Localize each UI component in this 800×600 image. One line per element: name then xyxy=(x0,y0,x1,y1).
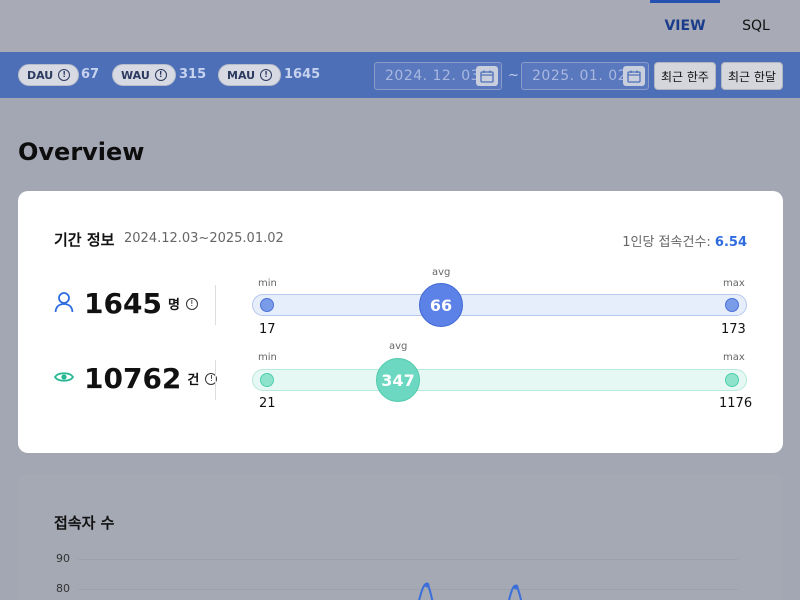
visits-min-label: min xyxy=(258,352,277,363)
visits-total: 10762 xyxy=(84,362,182,395)
mau-value: 1645 xyxy=(284,67,321,82)
users-min-value: 17 xyxy=(259,322,276,337)
users-max-dot xyxy=(725,298,739,312)
wau-badge[interactable]: WAU ! xyxy=(112,64,176,86)
users-max-value: 173 xyxy=(721,322,746,337)
tab-view[interactable]: VIEW xyxy=(650,0,720,52)
period-range: 2024.12.03~2025.01.02 xyxy=(124,231,284,246)
users-unit: 명 xyxy=(167,298,180,313)
visits-min-value: 21 xyxy=(259,396,276,411)
per-user-value: 6.54 xyxy=(714,235,747,250)
users-range-track xyxy=(252,294,747,316)
per-user-label: 1인당 접속건수: xyxy=(622,235,711,250)
wau-label: WAU xyxy=(121,68,150,82)
dau-badge[interactable]: DAU ! xyxy=(18,64,80,86)
start-date-input[interactable]: 2024. 12. 03. xyxy=(374,62,502,90)
calendar-icon[interactable] xyxy=(476,66,498,86)
divider xyxy=(215,285,216,325)
per-user-visits: 1인당 접속건수: 6.54 xyxy=(622,231,747,250)
users-total: 1645 xyxy=(84,287,162,320)
info-icon[interactable]: ! xyxy=(185,297,198,310)
divider xyxy=(215,360,216,400)
mau-label: MAU xyxy=(227,68,256,82)
dau-label: DAU xyxy=(27,68,54,82)
visits-max-dot xyxy=(725,373,739,387)
visits-min-dot xyxy=(260,373,274,387)
visits-range-track xyxy=(252,369,747,391)
top-bar: VIEW SQL xyxy=(0,0,800,52)
end-date-value: 2025. 01. 02. xyxy=(532,68,633,84)
visits-max-value: 1176 xyxy=(719,396,753,411)
visits-stat: 10762 건 ! xyxy=(53,362,218,395)
info-icon[interactable]: ! xyxy=(58,69,71,81)
users-stat: 1645 명 ! xyxy=(54,287,198,320)
grid-line xyxy=(78,559,738,560)
visits-unit: 건 xyxy=(187,373,200,388)
wau-value: 315 xyxy=(179,67,207,82)
date-separator: ~ xyxy=(508,68,519,83)
users-min-dot xyxy=(260,298,274,312)
visits-avg-marker: 347 xyxy=(376,358,420,402)
recent-week-button[interactable]: 최근 한주 xyxy=(654,62,716,90)
users-avg-label: avg xyxy=(432,267,451,278)
card-title: 접속자 수 xyxy=(54,514,115,532)
end-date-input[interactable]: 2025. 01. 02. xyxy=(521,62,649,90)
visits-max-label: max xyxy=(723,352,745,363)
y-tick-label: 90 xyxy=(56,552,70,565)
recent-month-button[interactable]: 최근 한달 xyxy=(721,62,783,90)
calendar-icon[interactable] xyxy=(623,66,645,86)
card-title: 기간 정보 xyxy=(54,231,115,249)
dau-value: 67 xyxy=(81,67,100,82)
period-info-card: 기간 정보 2024.12.03~2025.01.02 1인당 접속건수: 6.… xyxy=(18,191,783,453)
eye-icon xyxy=(53,369,75,388)
users-max-label: max xyxy=(723,278,745,289)
user-icon xyxy=(54,291,74,317)
info-icon[interactable]: ! xyxy=(260,69,273,81)
info-icon[interactable]: ! xyxy=(154,69,167,81)
users-min-label: min xyxy=(258,278,277,289)
mau-badge[interactable]: MAU ! xyxy=(218,64,282,86)
users-avg-marker: 66 xyxy=(419,283,463,327)
page-title: Overview xyxy=(18,138,145,166)
start-date-value: 2024. 12. 03. xyxy=(385,68,486,84)
y-tick-label: 80 xyxy=(56,582,70,595)
visitors-card: 접속자 수 90 80 xyxy=(18,474,783,600)
visitors-line xyxy=(418,582,523,600)
visits-avg-label: avg xyxy=(389,341,408,352)
tab-sql[interactable]: SQL xyxy=(728,0,784,52)
